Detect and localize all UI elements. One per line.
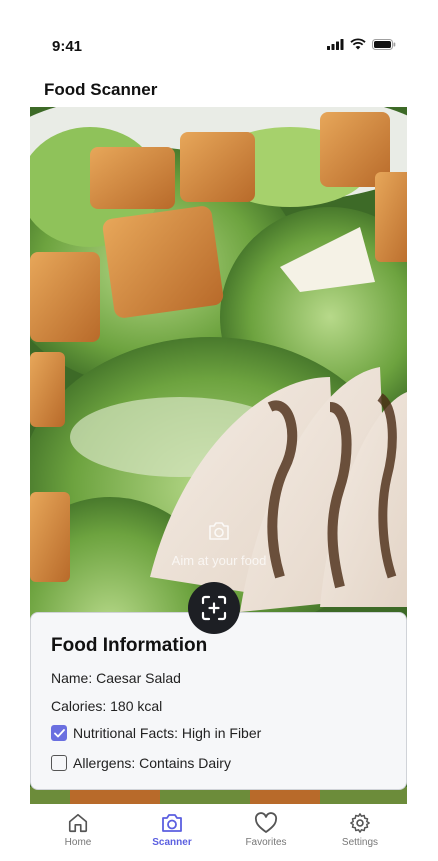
- tab-favorites-label: Favorites: [245, 837, 287, 848]
- tab-favorites[interactable]: Favorites: [236, 804, 296, 861]
- allergen-checkbox[interactable]: [51, 755, 67, 771]
- food-calories: Calories: 180 kcal: [51, 698, 163, 714]
- page-title: Food Scanner: [44, 80, 158, 99]
- camera-icon: [209, 522, 229, 540]
- nutrition-label: Nutritional Facts: High in Fiber: [73, 725, 262, 741]
- home-icon: [68, 813, 88, 833]
- food-name: Name: Caesar Salad: [51, 670, 181, 686]
- aim-text: Aim at your food: [171, 553, 267, 568]
- scan-focus-icon: [201, 595, 227, 621]
- allergen-check-row[interactable]: Allergens: Contains Dairy: [51, 755, 386, 771]
- nutrition-checkbox[interactable]: [51, 725, 67, 741]
- checkmark-icon: [53, 728, 65, 737]
- wifi-icon: [350, 38, 366, 50]
- status-icons: [327, 38, 396, 50]
- tab-settings-label: Settings: [341, 837, 379, 848]
- tab-scanner[interactable]: Scanner: [142, 804, 202, 861]
- tab-home-label: Home: [64, 837, 92, 848]
- status-time: 9:41: [52, 38, 83, 55]
- tab-settings[interactable]: Settings: [330, 804, 390, 861]
- tab-home[interactable]: Home: [48, 804, 108, 861]
- nutrition-check-row[interactable]: Nutritional Facts: High in Fiber: [51, 725, 386, 741]
- gear-icon: [350, 813, 370, 833]
- battery-icon: [372, 38, 396, 50]
- scan-button[interactable]: [188, 582, 240, 634]
- food-info-title: Food Information: [51, 635, 208, 656]
- status-bar: 9:41: [0, 0, 438, 70]
- camera-icon: [162, 814, 182, 832]
- signal-icon: [327, 38, 344, 50]
- bottom-tab-bar: Home Scanner Favorites Settings: [0, 804, 438, 861]
- allergen-label: Allergens: Contains Dairy: [73, 755, 231, 771]
- tab-scanner-label: Scanner: [152, 837, 192, 848]
- heart-icon: [254, 812, 278, 833]
- food-info-card: Food Information Name: Caesar Salad Calo…: [30, 612, 407, 790]
- aim-hint: [0, 520, 438, 547]
